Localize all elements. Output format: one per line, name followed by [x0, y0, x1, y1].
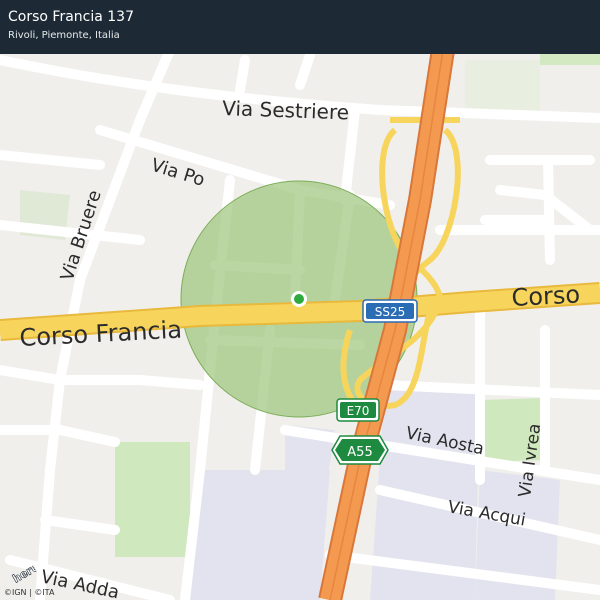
map-canvas[interactable]: Via Sestriere Via Po Via Bruere Corso Fr… — [0, 0, 600, 600]
location-pin[interactable] — [291, 291, 307, 307]
location-pin-dot — [294, 294, 304, 304]
map-attribution: ©IGN | ©ITA — [4, 588, 55, 597]
shield-ss25-label: SS25 — [375, 305, 406, 319]
shield-a55-label: A55 — [347, 445, 372, 460]
shield-a55: A55 — [331, 435, 389, 465]
location-header: Corso Francia 137 Rivoli, Piemonte, Ital… — [0, 0, 600, 54]
shield-ss25: SS25 — [362, 299, 418, 323]
location-subtitle: Rivoli, Piemonte, Italia — [8, 30, 120, 41]
label-corso: Corso — [511, 280, 581, 312]
location-title: Corso Francia 137 — [8, 9, 134, 25]
shield-e70-label: E70 — [347, 404, 370, 418]
label-via-sestriere: Via Sestriere — [222, 96, 350, 124]
shield-e70: E70 — [336, 398, 380, 422]
